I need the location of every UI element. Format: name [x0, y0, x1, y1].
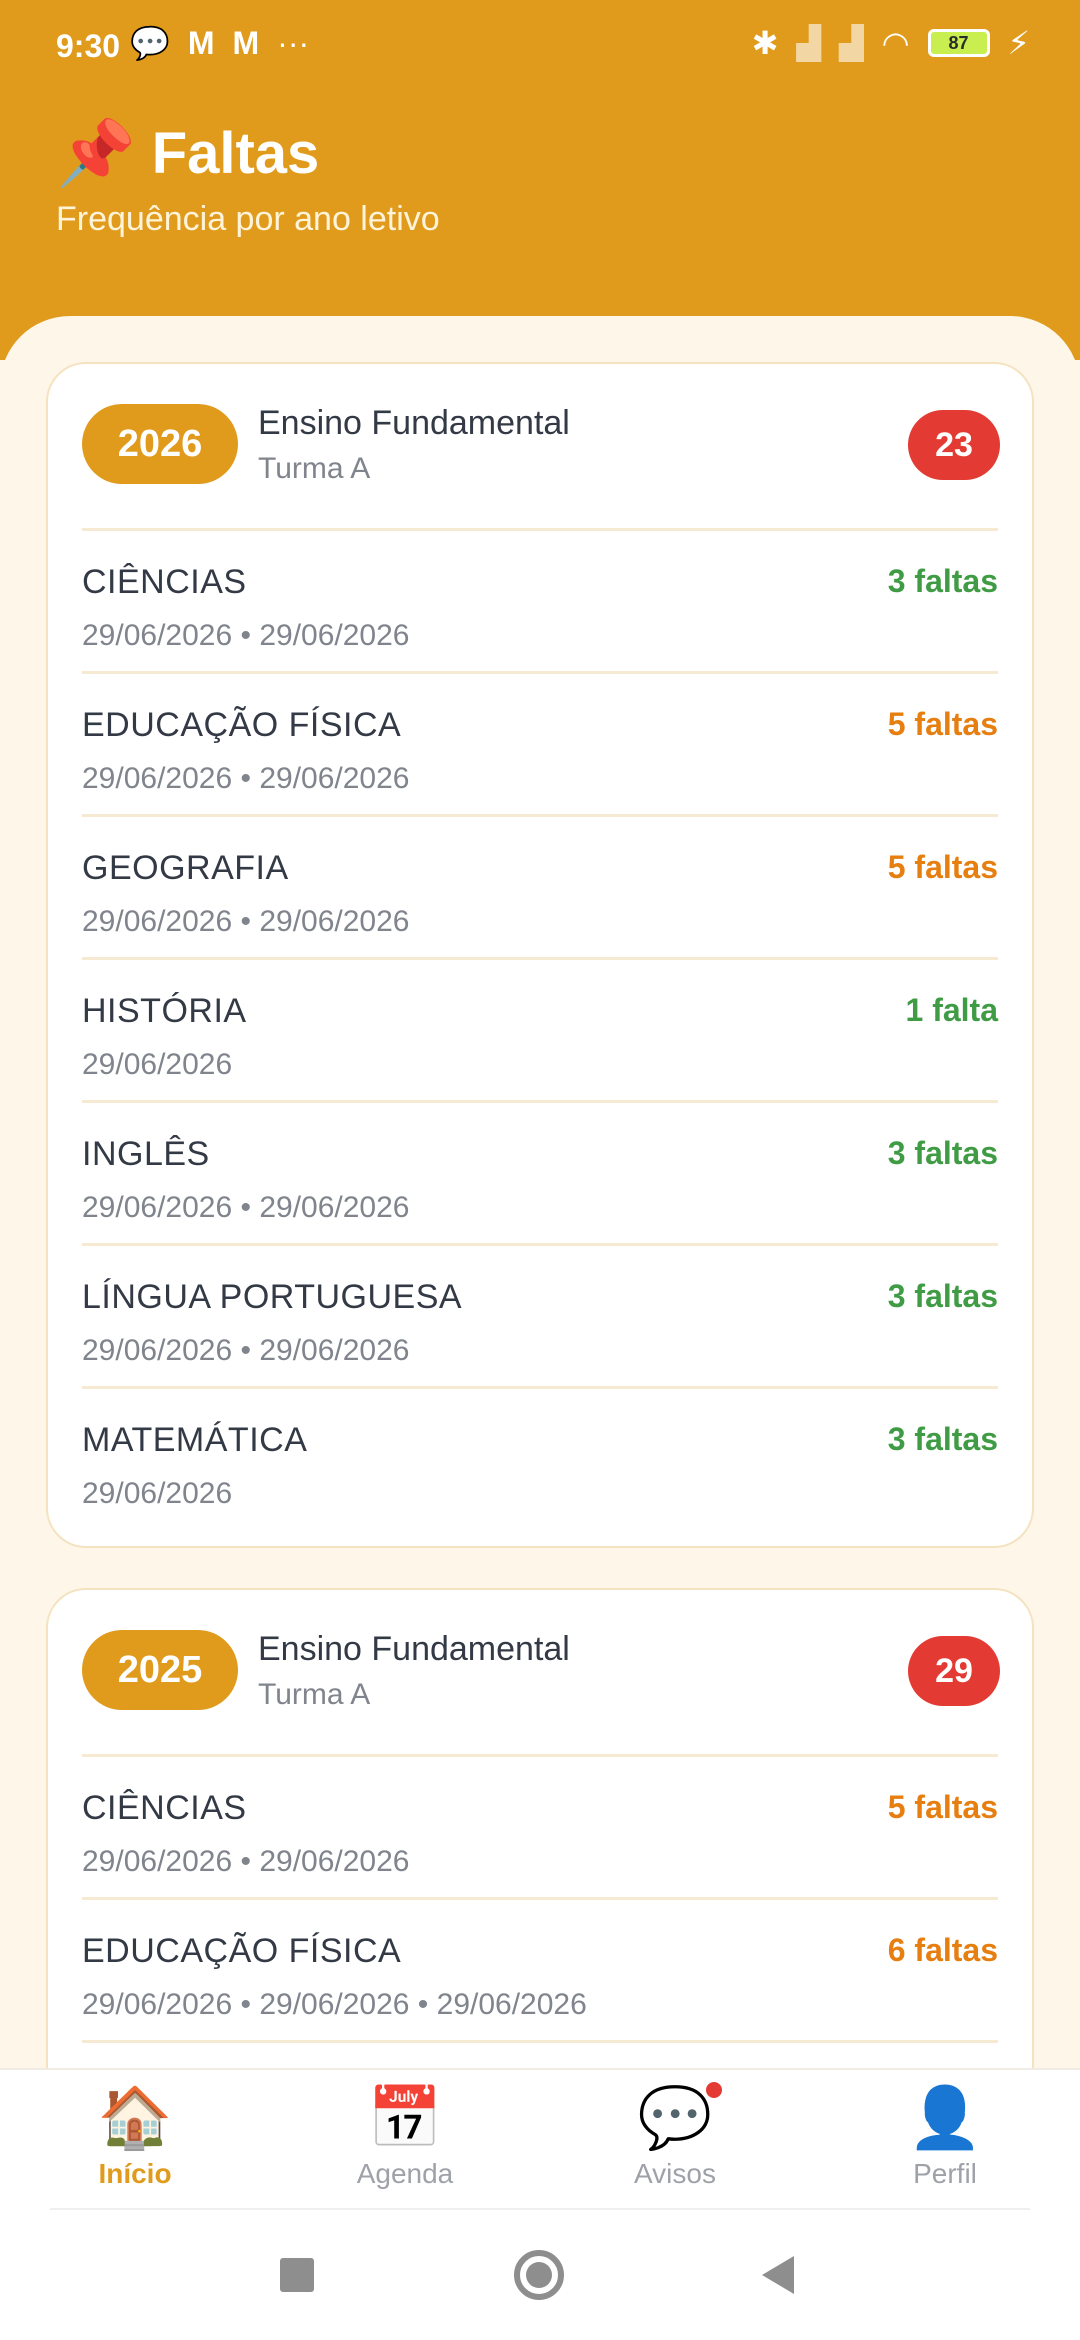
subject-name: EDUCAÇÃO FÍSICA	[82, 1932, 402, 1970]
absence-count: 3 faltas	[887, 1135, 998, 1171]
page-title-row: 📌 Faltas	[56, 116, 319, 191]
subject-name: GEOGRAFIA	[82, 849, 289, 887]
absence-row[interactable]: MATEMÁTICA 29/06/2026 3 faltas	[82, 1389, 998, 1529]
profile-icon: 👤	[907, 2084, 983, 2151]
nav-label: Avisos	[634, 2158, 716, 2189]
absence-dates: 29/06/2026 • 29/06/2026	[82, 1845, 410, 1878]
total-absences-badge: 23	[908, 410, 1000, 480]
class-name: Turma A	[258, 1678, 371, 1711]
year-card-2026: 2026 Ensino Fundamental Turma A 23 CIÊNC…	[46, 362, 1034, 1548]
subject-name: LÍNGUA PORTUGUESA	[82, 1278, 463, 1316]
page-subtitle: Frequência por ano letivo	[56, 200, 440, 238]
year-badge: 2026	[82, 404, 238, 484]
more-dots-icon: ···	[277, 24, 310, 61]
absence-count: 5 faltas	[887, 706, 998, 742]
nav-divider	[50, 2208, 1030, 2210]
absence-row[interactable]: INGLÊS 29/06/2026 • 29/06/2026 3 faltas	[82, 1103, 998, 1246]
gmail-icon: M	[187, 24, 215, 61]
absence-count: 5 faltas	[887, 1789, 998, 1825]
nav-label: Início	[98, 2158, 172, 2189]
battery-icon: 87	[927, 29, 990, 57]
calendar-icon: 📅	[367, 2084, 443, 2151]
home-button[interactable]	[514, 2250, 564, 2300]
back-button[interactable]	[762, 2256, 794, 2294]
chat-bubble-icon: 💬	[130, 25, 170, 61]
header: 9:30 💬 M M ··· ✱ ▟ ▟ ◠ 87 ⚡ 📌 Faltas Fre…	[0, 0, 1080, 360]
system-navigation-bar	[0, 2212, 1080, 2340]
bluetooth-icon: ✱	[751, 25, 779, 61]
absence-count: 3 faltas	[887, 1421, 998, 1457]
year-badge: 2025	[82, 1630, 238, 1710]
absence-row[interactable]: CIÊNCIAS 29/06/2026 • 29/06/2026 3 falta…	[82, 531, 998, 674]
total-absences-badge: 29	[908, 1636, 1000, 1706]
page-title: Faltas	[151, 121, 320, 186]
absence-dates: 29/06/2026	[82, 1477, 233, 1510]
absence-dates: 29/06/2026	[82, 1048, 233, 1081]
absence-dates: 29/06/2026 • 29/06/2026	[82, 762, 410, 795]
absence-row[interactable]: HISTÓRIA 29/06/2026 1 falta	[82, 960, 998, 1103]
absence-dates: 29/06/2026 • 29/06/2026	[82, 619, 410, 652]
nav-item-inicio[interactable]: 🏠 Início	[0, 2080, 270, 2210]
recents-button[interactable]	[280, 2258, 314, 2292]
nav-item-perfil[interactable]: 👤 Perfil	[810, 2080, 1080, 2210]
subject-name: CIÊNCIAS	[82, 1789, 247, 1827]
absence-row[interactable]: GEOGRAFIA 29/06/2026 • 29/06/2026 5 falt…	[82, 817, 998, 960]
absence-dates: 29/06/2026 • 29/06/2026	[82, 1191, 410, 1224]
school-level: Ensino Fundamental	[258, 1630, 570, 1668]
absence-row[interactable]: LÍNGUA PORTUGUESA 29/06/2026 • 29/06/202…	[82, 1246, 998, 1389]
subject-name: INGLÊS	[82, 1135, 210, 1173]
absence-count: 3 faltas	[887, 1278, 998, 1314]
system-status-icons: ✱ ▟ ▟ ◠ 87 ⚡	[752, 24, 1030, 62]
nav-label: Perfil	[913, 2158, 977, 2189]
nav-item-avisos[interactable]: 💬 Avisos	[540, 2080, 810, 2210]
bottom-navigation: 🏠 Início 📅 Agenda 💬 Avisos 👤 Perfil	[0, 2068, 1080, 2214]
chat-icon: 💬	[638, 2080, 723, 2156]
card-header: 2025 Ensino Fundamental Turma A 29	[48, 1590, 1032, 1754]
absence-row[interactable]: EDUCAÇÃO FÍSICA 29/06/2026 • 29/06/2026 …	[82, 674, 998, 817]
absence-dates: 29/06/2026 • 29/06/2026	[82, 905, 410, 938]
pushpin-icon: 📌	[56, 117, 136, 189]
status-time: 9:30	[56, 28, 121, 64]
status-bar: 9:30 💬 M M ··· ✱ ▟ ▟ ◠ 87 ⚡	[0, 0, 1080, 96]
nav-label: Agenda	[356, 2158, 454, 2189]
wifi-icon: ◠	[881, 25, 910, 61]
signal-off-icon-2: ▟	[839, 25, 864, 61]
absence-count: 5 faltas	[887, 849, 998, 885]
school-level: Ensino Fundamental	[258, 404, 570, 442]
subject-name: EDUCAÇÃO FÍSICA	[82, 706, 402, 744]
unread-dot	[706, 2082, 723, 2098]
absence-dates: 29/06/2026 • 29/06/2026	[82, 1334, 410, 1367]
absence-count: 6 faltas	[887, 1932, 998, 1968]
absence-dates: 29/06/2026 • 29/06/2026 • 29/06/2026	[82, 1988, 587, 2021]
nav-item-agenda[interactable]: 📅 Agenda	[270, 2080, 540, 2210]
m-icon: M	[232, 24, 260, 61]
card-header: 2026 Ensino Fundamental Turma A 23	[48, 364, 1032, 528]
absence-count: 3 faltas	[887, 563, 998, 599]
absence-row[interactable]: EDUCAÇÃO FÍSICA 29/06/2026 • 29/06/2026 …	[82, 1900, 998, 2043]
subject-name: HISTÓRIA	[82, 992, 247, 1030]
subject-name: MATEMÁTICA	[82, 1421, 308, 1459]
subject-name: CIÊNCIAS	[82, 563, 247, 601]
absence-count: 1 falta	[905, 992, 998, 1028]
absence-row[interactable]: CIÊNCIAS 29/06/2026 • 29/06/2026 5 falta…	[82, 1757, 998, 1900]
signal-off-icon: ▟	[796, 25, 821, 61]
notification-icons: 💬 M M ···	[130, 24, 309, 62]
home-icon: 🏠	[97, 2084, 173, 2151]
charging-icon: ⚡	[1007, 25, 1030, 61]
class-name: Turma A	[258, 452, 371, 485]
